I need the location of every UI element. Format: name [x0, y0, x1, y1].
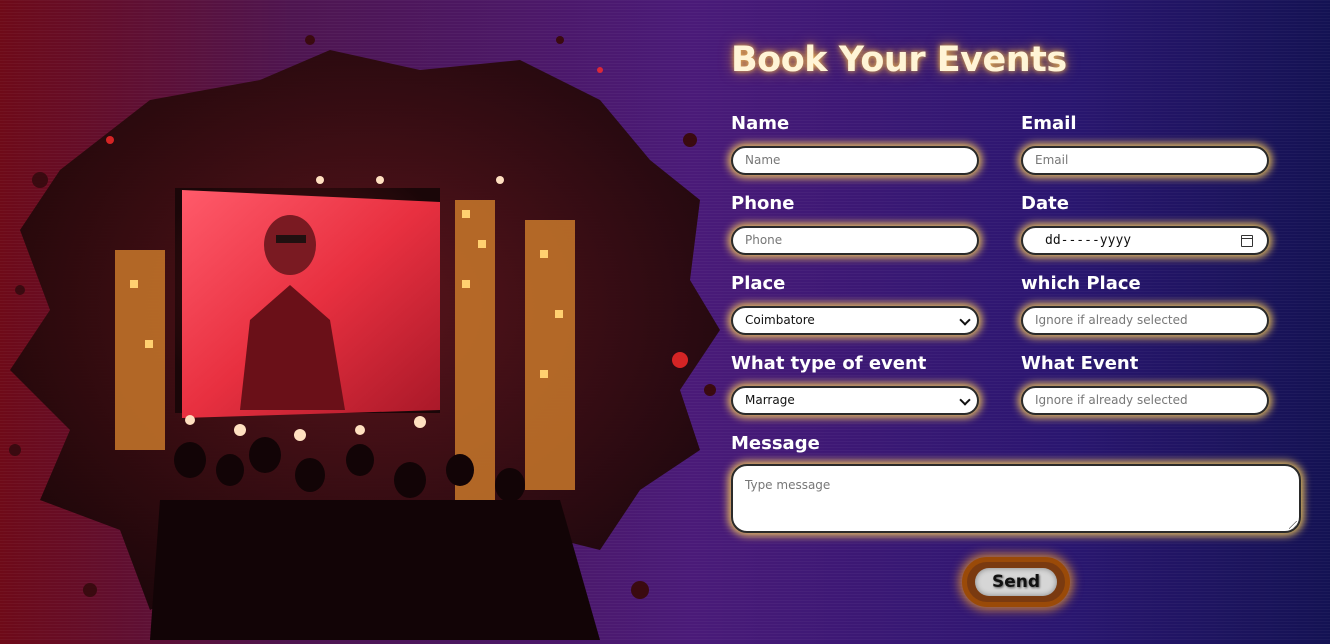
- what-event-input[interactable]: Ignore if already selected: [1021, 386, 1269, 415]
- email-label: Email: [1021, 113, 1077, 134]
- name-label: Name: [731, 113, 790, 134]
- phone-label: Phone: [731, 193, 795, 214]
- email-input[interactable]: Email: [1021, 146, 1269, 175]
- chevron-down-icon: [959, 394, 971, 406]
- date-input[interactable]: dd-----yyyy: [1021, 226, 1269, 255]
- event-type-field-group: What type of event Marrage: [731, 352, 979, 415]
- what-event-field-group: What Event Ignore if already selected: [1021, 352, 1269, 415]
- phone-input[interactable]: Phone: [731, 226, 979, 255]
- phone-placeholder: Phone: [745, 233, 783, 247]
- which-place-label: which Place: [1021, 273, 1141, 294]
- phone-field-group: Phone Phone: [731, 192, 979, 255]
- date-field-group: Date dd-----yyyy: [1021, 192, 1269, 255]
- resize-handle-icon[interactable]: [1289, 521, 1297, 529]
- place-selected-value: Coimbatore: [745, 313, 815, 327]
- event-type-select[interactable]: Marrage: [731, 386, 979, 415]
- name-placeholder: Name: [745, 153, 781, 167]
- message-label: Message: [731, 433, 820, 454]
- message-placeholder: Type message: [745, 478, 831, 492]
- date-label: Date: [1021, 193, 1069, 214]
- place-field-group: Place Coimbatore: [731, 272, 979, 335]
- place-label: Place: [731, 273, 786, 294]
- email-placeholder: Email: [1035, 153, 1069, 167]
- date-value: dd-----yyyy: [1045, 233, 1132, 248]
- chevron-down-icon: [959, 314, 971, 326]
- place-select[interactable]: Coimbatore: [731, 306, 979, 335]
- email-field-group: Email Email: [1021, 112, 1269, 175]
- calendar-icon[interactable]: [1241, 235, 1253, 247]
- which-place-placeholder: Ignore if already selected: [1035, 313, 1188, 327]
- name-field-group: Name Name: [731, 112, 979, 175]
- concert-splash-image: [0, 30, 720, 640]
- event-type-selected-value: Marrage: [745, 393, 795, 407]
- what-event-placeholder: Ignore if already selected: [1035, 393, 1188, 407]
- which-place-input[interactable]: Ignore if already selected: [1021, 306, 1269, 335]
- message-textarea[interactable]: Type message: [731, 464, 1301, 533]
- what-event-label: What Event: [1021, 353, 1139, 374]
- event-type-label: What type of event: [731, 353, 927, 374]
- which-place-field-group: which Place Ignore if already selected: [1021, 272, 1269, 335]
- page-title: Book Your Events: [731, 40, 1067, 80]
- name-input[interactable]: Name: [731, 146, 979, 175]
- send-button[interactable]: Send: [962, 557, 1070, 607]
- send-button-label: Send: [975, 568, 1057, 596]
